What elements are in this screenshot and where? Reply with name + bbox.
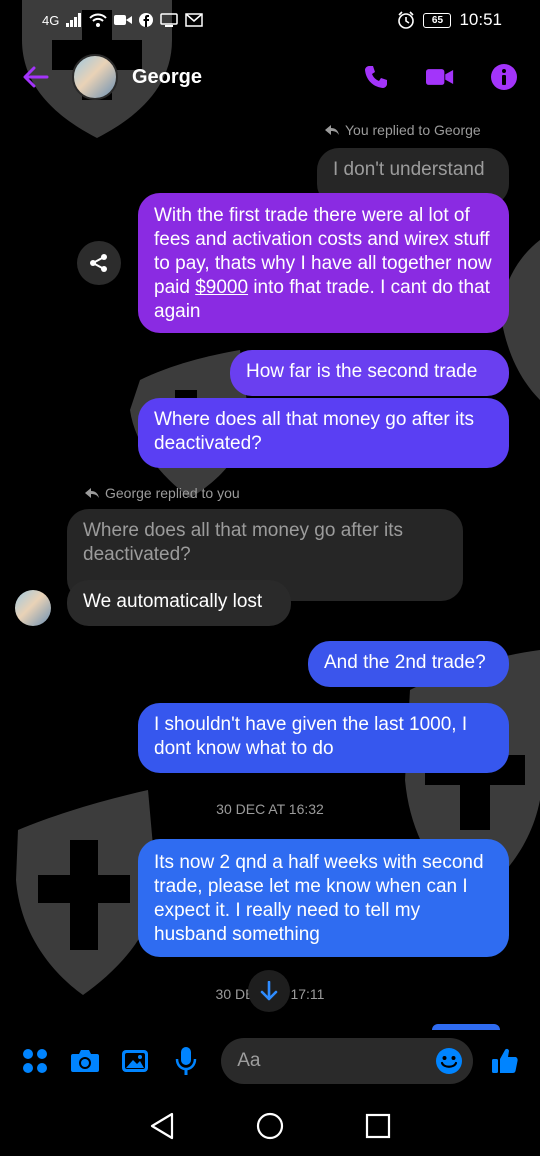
contact-avatar[interactable] xyxy=(72,54,118,100)
wifi-icon xyxy=(89,13,108,27)
video-camera-icon xyxy=(426,69,454,85)
message-bubble-outgoing[interactable]: I shouldn't have given the last 1000, I … xyxy=(138,703,509,773)
message-timestamp: 30 DEC AT 16:32 xyxy=(216,801,324,817)
system-navigation-bar xyxy=(0,1096,540,1156)
triangle-back-icon xyxy=(150,1112,174,1140)
scroll-to-bottom-button[interactable] xyxy=(248,970,290,1012)
phone-icon xyxy=(365,66,387,88)
apps-button[interactable] xyxy=(18,1044,51,1078)
square-recent-icon xyxy=(365,1113,391,1139)
clock-time: 10:51 xyxy=(459,10,502,29)
screen-cast-icon xyxy=(160,13,179,27)
arrow-down-icon xyxy=(260,981,278,1001)
battery-indicator: 65 xyxy=(423,12,452,28)
like-button[interactable] xyxy=(489,1044,522,1078)
reply-arrow-icon xyxy=(85,487,99,498)
back-arrow-icon xyxy=(23,66,49,88)
info-button[interactable] xyxy=(490,63,518,91)
circle-home-icon xyxy=(256,1112,284,1140)
mail-notification-icon xyxy=(185,13,204,27)
message-input[interactable]: Aa xyxy=(221,1038,473,1084)
gallery-button[interactable] xyxy=(119,1044,152,1078)
back-button[interactable] xyxy=(22,63,50,91)
message-bubble-outgoing[interactable]: And the 2nd trade? xyxy=(308,641,509,687)
camera-icon xyxy=(70,1050,99,1072)
info-icon xyxy=(491,64,517,90)
emoji-button[interactable] xyxy=(435,1047,463,1075)
status-bar: 4G 65 10:51 xyxy=(0,0,540,40)
nav-back-button[interactable] xyxy=(146,1110,178,1142)
share-icon xyxy=(90,254,107,272)
contact-name[interactable]: George xyxy=(132,66,362,89)
signal-icon xyxy=(66,13,82,27)
reply-note: You replied to George xyxy=(325,122,481,138)
status-icons-left: 4G xyxy=(42,12,204,28)
message-amount-link[interactable]: $9000 xyxy=(195,277,248,298)
call-button[interactable] xyxy=(362,63,390,91)
message-bubble-outgoing[interactable]: Where does all that money go after its d… xyxy=(138,398,509,468)
nav-home-button[interactable] xyxy=(254,1110,286,1142)
voice-message-button[interactable] xyxy=(169,1044,202,1078)
image-icon xyxy=(122,1050,149,1072)
share-button[interactable] xyxy=(77,241,121,285)
video-call-button[interactable] xyxy=(426,63,454,91)
reply-note-text: You replied to George xyxy=(345,122,481,138)
microphone-icon xyxy=(175,1047,196,1075)
message-bubble-outgoing[interactable]: Its now 2 qnd a half weeks with second t… xyxy=(138,839,509,957)
shield-watermark-icon xyxy=(16,790,157,995)
message-input-placeholder: Aa xyxy=(237,1050,261,1071)
header-actions xyxy=(362,63,518,91)
timestamp-time: 17:11 xyxy=(290,986,325,1002)
message-bubble-partial xyxy=(432,1024,500,1030)
reply-note-text: George replied to you xyxy=(105,485,240,501)
message-bubble-incoming[interactable]: We automatically lost xyxy=(67,580,291,626)
message-bubble-outgoing[interactable]: With the first trade there were al lot o… xyxy=(138,193,509,333)
reply-note: George replied to you xyxy=(85,485,240,501)
facebook-notification-icon xyxy=(139,13,154,27)
sender-avatar[interactable] xyxy=(15,590,51,626)
alarm-icon xyxy=(398,11,415,29)
conversation-header: George xyxy=(0,42,540,112)
status-icons-right: 65 10:51 xyxy=(397,10,502,30)
apps-icon xyxy=(22,1049,47,1073)
thumbs-up-icon xyxy=(492,1048,518,1073)
camera-button[interactable] xyxy=(68,1044,101,1078)
emoji-icon xyxy=(435,1048,462,1074)
network-type-label: 4G xyxy=(42,12,60,28)
reply-arrow-icon xyxy=(325,124,339,135)
video-notification-icon xyxy=(114,15,133,25)
message-composer: Aa xyxy=(0,1034,540,1088)
nav-recent-button[interactable] xyxy=(362,1110,394,1142)
message-bubble-outgoing[interactable]: How far is the second trade xyxy=(230,350,509,396)
